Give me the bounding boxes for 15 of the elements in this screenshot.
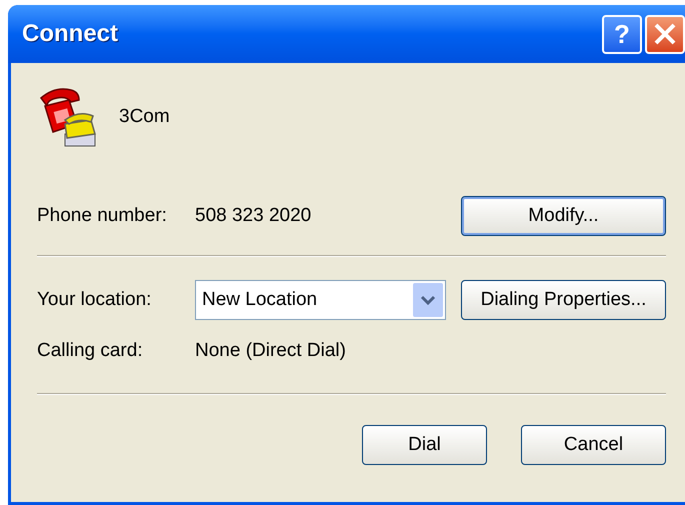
location-label: Your location: xyxy=(37,288,152,312)
cancel-button[interactable]: Cancel xyxy=(521,425,666,465)
phone-number: 508 323 2020 xyxy=(195,204,312,228)
dialing-properties-button[interactable]: Dialing Properties... xyxy=(461,280,666,320)
calling-card-value: None (Direct Dial) xyxy=(195,338,346,363)
modify-button[interactable]: Modify... xyxy=(461,196,666,236)
connection-name: 3Com xyxy=(119,104,170,129)
location-dropdown[interactable]: New Location xyxy=(195,280,446,320)
close-button[interactable] xyxy=(645,14,685,54)
help-button[interactable]: ? xyxy=(602,14,642,54)
dial-button[interactable]: Dial xyxy=(362,425,487,465)
close-icon xyxy=(653,22,677,46)
phone-label: Phone number: xyxy=(37,204,168,228)
calling-card-label: Calling card: xyxy=(37,338,144,363)
window-title: Connect xyxy=(22,19,118,49)
